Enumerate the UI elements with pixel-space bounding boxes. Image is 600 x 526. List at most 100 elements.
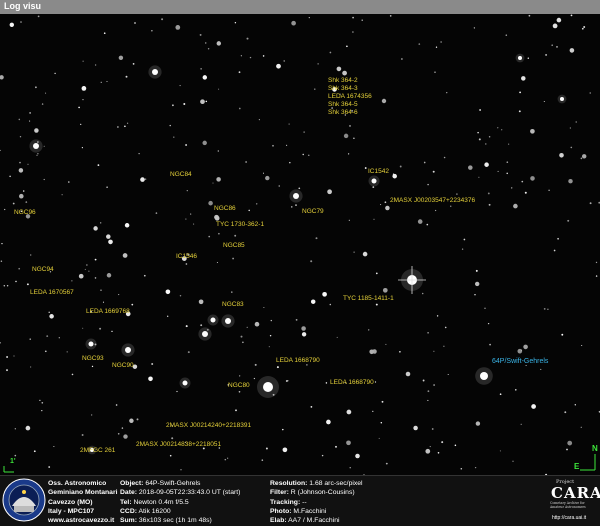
star (235, 409, 237, 412)
object-label: IC1542 (368, 168, 389, 175)
star (208, 200, 213, 206)
star (108, 239, 113, 245)
star (484, 162, 489, 167)
star (559, 153, 564, 158)
bright-star (210, 317, 216, 323)
star (425, 448, 431, 454)
photo-key: Photo: (270, 507, 292, 515)
star (353, 251, 355, 253)
star (552, 23, 558, 29)
star (427, 183, 429, 186)
star (489, 343, 491, 346)
compass-east: E (574, 462, 580, 471)
cara-url[interactable]: http://cara.uai.it (552, 515, 586, 521)
star (238, 71, 241, 74)
star (399, 165, 402, 168)
star (315, 237, 318, 240)
star (238, 107, 241, 110)
filter-value: R (Johnson-Cousins) (290, 489, 355, 497)
comet-target-label: 64P/Swift-Gehrels (492, 358, 549, 365)
star (99, 327, 102, 330)
star (581, 27, 584, 30)
elab-value: AA7 / M.Facchini (288, 517, 340, 525)
star (485, 143, 487, 145)
star (473, 27, 476, 29)
star (88, 270, 90, 272)
star (478, 176, 480, 178)
star (326, 419, 331, 425)
observatory-info: Oss. Astronomico Geminiano Montanari Cav… (48, 479, 118, 525)
star (97, 164, 100, 166)
star (123, 434, 128, 439)
star (253, 377, 256, 380)
star (255, 203, 258, 205)
star (484, 307, 486, 309)
star (329, 303, 332, 306)
star (218, 232, 220, 235)
observatory-line: Geminiano Montanari (48, 489, 118, 497)
star (352, 16, 354, 19)
star (551, 44, 553, 46)
star (3, 285, 6, 287)
star (557, 237, 560, 240)
star (111, 330, 113, 333)
star (245, 161, 247, 163)
star (208, 235, 211, 238)
star (436, 315, 439, 317)
star (30, 366, 32, 368)
star (48, 466, 51, 468)
sum-value: 36x103 sec (1h 1m 48s) (138, 517, 212, 525)
star (475, 421, 481, 426)
star (185, 263, 188, 265)
star (9, 175, 11, 178)
star (518, 110, 521, 113)
bright-star (225, 318, 231, 324)
star (176, 390, 178, 393)
star (54, 72, 56, 75)
star (29, 338, 31, 340)
star (511, 187, 513, 189)
resolution-value: 1.68 arc-sec/pixel (309, 480, 363, 487)
star (41, 401, 44, 404)
star (505, 34, 508, 36)
star (488, 203, 491, 206)
bright-star (182, 380, 188, 386)
star (487, 192, 490, 195)
star (543, 308, 546, 310)
star (234, 234, 237, 237)
star (401, 58, 403, 60)
bright-star (518, 56, 522, 60)
star (385, 205, 390, 211)
star (433, 350, 435, 352)
star (478, 138, 481, 141)
star (161, 18, 164, 21)
star (530, 128, 535, 134)
star (385, 462, 388, 465)
star (443, 156, 446, 159)
star (488, 136, 491, 138)
ccd-value: Atik 16200 (138, 507, 171, 515)
object-label: LEDA 1669768 (86, 308, 130, 315)
star (282, 447, 288, 453)
tracking-key: Tracking: (270, 498, 301, 506)
star (427, 331, 429, 334)
star (140, 177, 145, 182)
star (183, 103, 186, 105)
star (349, 467, 351, 469)
star-field-image[interactable]: Shk 364-2 Shk 364-3 LEDA 1674356 Shk 364… (0, 14, 600, 475)
star (193, 223, 195, 225)
star (262, 55, 265, 57)
bright-star (152, 69, 158, 75)
object-label: Shk 364-3 (328, 85, 358, 92)
star (25, 201, 28, 203)
object-label: TYC 1185-1411-1 (343, 295, 394, 302)
star (71, 373, 74, 376)
star (427, 390, 430, 393)
star (78, 106, 80, 109)
star (48, 311, 50, 314)
bright-star (371, 178, 377, 184)
star (310, 260, 313, 263)
star (205, 100, 208, 103)
star (185, 144, 188, 146)
star (303, 131, 305, 133)
